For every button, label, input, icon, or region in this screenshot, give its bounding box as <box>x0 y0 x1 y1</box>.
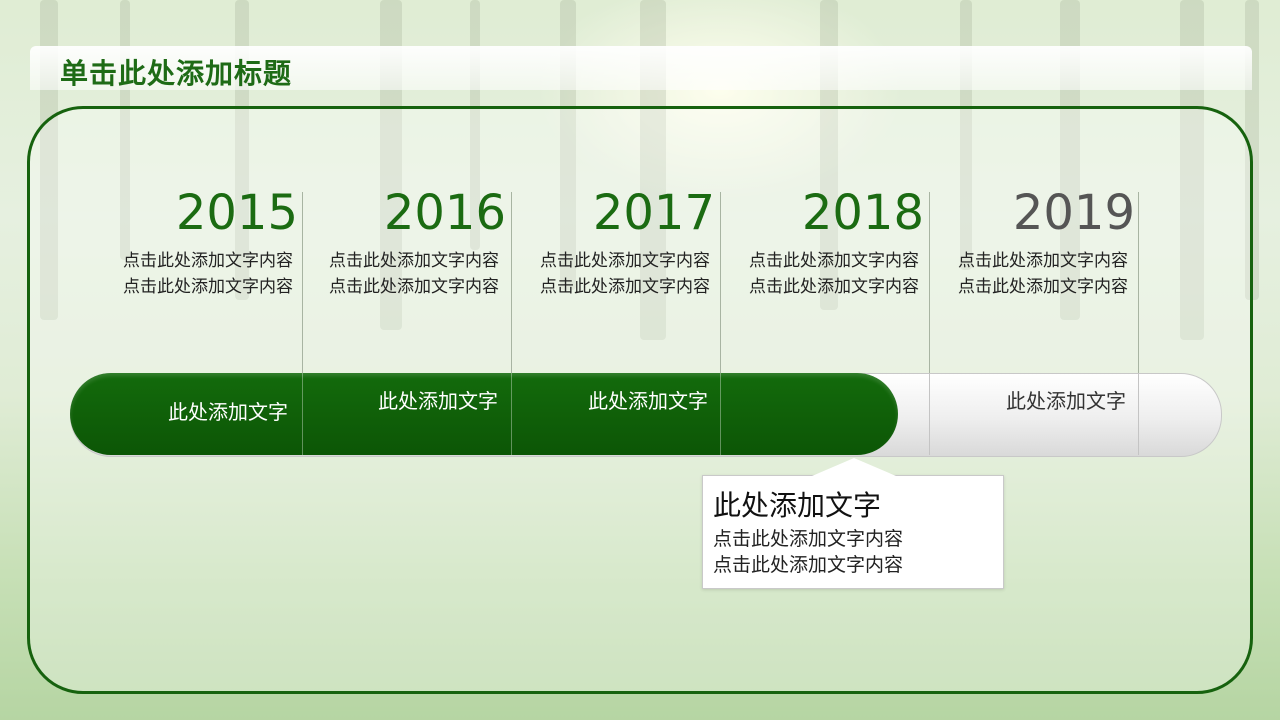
description-line: 点击此处添加文字内容 <box>329 251 499 271</box>
year-label-2017[interactable]: 2017 <box>515 183 715 243</box>
year-label-2018[interactable]: 2018 <box>724 183 924 243</box>
callout-line: 点击此处添加文字内容 <box>713 554 904 576</box>
callout-title: 此处添加文字 <box>713 489 882 522</box>
year-description[interactable]: 点击此处添加文字内容 点击此处添加文字内容 <box>279 248 499 300</box>
timeline-divider <box>302 373 303 455</box>
title-bar: 单击此处添加标题 <box>30 46 1252 90</box>
slide-title[interactable]: 单击此处添加标题 <box>60 52 292 92</box>
description-line: 点击此处添加文字内容 <box>749 277 919 297</box>
description-line: 点击此处添加文字内容 <box>540 277 710 297</box>
timeline-divider <box>1138 373 1139 455</box>
description-line: 点击此处添加文字内容 <box>123 251 293 271</box>
description-line: 点击此处添加文字内容 <box>958 251 1128 271</box>
callout-box[interactable]: 此处添加文字 点击此处添加文字内容 点击此处添加文字内容 <box>702 475 1004 589</box>
bar-label-2019[interactable]: 此处添加文字 <box>936 387 1126 415</box>
description-line: 点击此处添加文字内容 <box>123 277 293 297</box>
year-label-2016[interactable]: 2016 <box>306 183 506 243</box>
description-line: 点击此处添加文字内容 <box>749 251 919 271</box>
year-description[interactable]: 点击此处添加文字内容 点击此处添加文字内容 <box>699 248 919 300</box>
timeline-divider <box>720 373 721 455</box>
callout-line: 点击此处添加文字内容 <box>713 528 904 550</box>
description-line: 点击此处添加文字内容 <box>958 277 1128 297</box>
year-label-2019[interactable]: 2019 <box>935 183 1135 243</box>
bar-label-2017[interactable]: 此处添加文字 <box>518 387 708 415</box>
year-label-2015[interactable]: 2015 <box>98 183 298 243</box>
timeline-divider <box>929 373 930 455</box>
year-description[interactable]: 点击此处添加文字内容 点击此处添加文字内容 <box>73 248 293 300</box>
description-line: 点击此处添加文字内容 <box>540 251 710 271</box>
callout-pointer <box>812 458 896 476</box>
timeline-divider <box>511 373 512 455</box>
bar-label-2015[interactable]: 此处添加文字 <box>98 398 288 426</box>
bar-label-2016[interactable]: 此处添加文字 <box>308 387 498 415</box>
year-description[interactable]: 点击此处添加文字内容 点击此处添加文字内容 <box>908 248 1128 300</box>
description-line: 点击此处添加文字内容 <box>329 277 499 297</box>
year-description[interactable]: 点击此处添加文字内容 点击此处添加文字内容 <box>490 248 710 300</box>
